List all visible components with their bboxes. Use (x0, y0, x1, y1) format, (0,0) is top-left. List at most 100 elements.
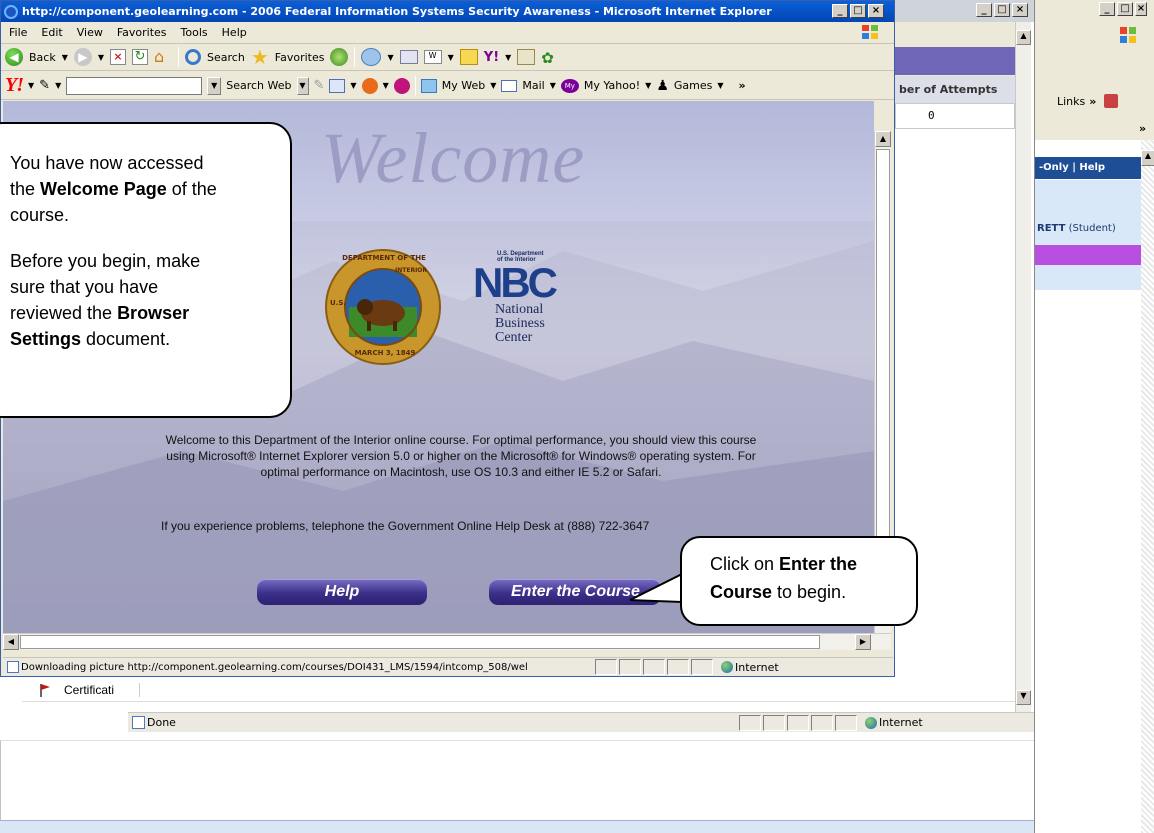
mail-dropdown-icon[interactable]: ▼ (550, 81, 556, 90)
bookmarks-icon[interactable] (329, 78, 346, 93)
close-icon[interactable]: × (1135, 2, 1147, 16)
minimize-icon[interactable]: _ (1099, 2, 1115, 16)
search-icon[interactable] (185, 49, 202, 65)
my-web-button[interactable]: My Web (442, 79, 485, 92)
bookmarks-dropdown-icon[interactable]: ▼ (350, 81, 356, 90)
restore-icon[interactable]: □ (850, 4, 866, 18)
callout-line-4: Before you begin, make (10, 251, 201, 271)
nav-links[interactable]: -Only | Help (1039, 162, 1105, 173)
mail-icon[interactable] (501, 79, 518, 92)
row-item[interactable]: Certificati (64, 682, 140, 697)
y-dropdown-icon[interactable]: ▼ (505, 53, 511, 62)
menu-file[interactable]: File (9, 26, 27, 39)
menu-bar: File Edit View Favorites Tools Help (1, 22, 894, 44)
help-button[interactable]: Help (257, 579, 427, 605)
menu-favorites[interactable]: Favorites (117, 26, 167, 39)
mail-icon[interactable] (399, 50, 418, 64)
refresh-icon[interactable]: ↻ (132, 49, 149, 65)
scroll-down-arrow[interactable]: ▼ (1016, 690, 1031, 705)
scroll-up-arrow[interactable]: ▲ (1016, 30, 1031, 45)
stop-icon[interactable]: × (110, 49, 127, 65)
scroll-left-arrow[interactable]: ◀ (3, 634, 19, 650)
restore-icon[interactable]: □ (994, 3, 1010, 17)
print-dropdown-icon[interactable]: ▼ (448, 53, 454, 62)
scroll-up-arrow[interactable]: ▲ (1141, 150, 1154, 166)
yahoo-search-input[interactable] (66, 76, 203, 95)
forward-dropdown-icon[interactable]: ▼ (98, 53, 104, 62)
callout-enter: Click on Enter the Course to begin. (680, 536, 918, 626)
media-icon[interactable] (330, 48, 349, 66)
zone-label: Internet (735, 660, 779, 674)
history-dropdown-icon[interactable]: ▼ (387, 53, 393, 62)
games-icon[interactable]: ♟ (656, 78, 669, 94)
callout-bold: Course (710, 582, 773, 602)
doi-seal: DEPARTMENT OF THE INTERIOR U.S. MARCH 3,… (325, 249, 441, 365)
links-label[interactable]: Links (1057, 95, 1085, 108)
yahoo-dropdown-icon[interactable]: ▼ (28, 81, 34, 90)
favorites-star-icon[interactable]: ★ (251, 47, 269, 67)
close-icon[interactable]: × (868, 4, 884, 18)
games-dropdown-icon[interactable]: ▼ (717, 81, 723, 90)
close-icon[interactable]: × (1012, 3, 1028, 17)
user-label: RETT (Student) (1037, 223, 1116, 234)
radio-icon[interactable] (393, 77, 410, 94)
seal-top-text: DEPARTMENT OF THE (342, 254, 426, 262)
antispy-icon[interactable] (361, 77, 378, 94)
hscroll-thumb[interactable] (20, 635, 820, 649)
content-hscroll[interactable]: ◀ ▶ (3, 633, 891, 650)
scroll-up-arrow[interactable]: ▲ (875, 131, 891, 147)
callout-welcome: You have now accessed the Welcome Page o… (0, 122, 292, 418)
menu-view[interactable]: View (77, 26, 103, 39)
menu-help[interactable]: Help (222, 26, 247, 39)
edit-icon[interactable] (459, 49, 478, 65)
search-button[interactable]: Search (207, 51, 245, 64)
translate-icon[interactable] (1104, 94, 1119, 108)
toolbar-separator (414, 75, 416, 96)
games-button[interactable]: Games (674, 79, 712, 92)
back-dropdown-icon[interactable]: ▼ (62, 53, 68, 62)
my-yahoo-button[interactable]: My Yahoo! (584, 79, 640, 92)
research-icon[interactable] (517, 49, 536, 65)
scroll-right-arrow[interactable]: ▶ (855, 634, 871, 650)
pencil-dropdown-icon[interactable]: ▼ (55, 81, 61, 90)
back-scrollbar[interactable]: ▲ (1141, 140, 1154, 833)
intro-line-3: optimal performance on Macintosh, use OS… (260, 465, 662, 479)
yahoo-more[interactable]: » (739, 79, 746, 92)
yahoo-logo[interactable]: Y! (5, 74, 24, 97)
status-cell (595, 659, 617, 675)
callout-bold: Settings (10, 329, 82, 349)
history-icon[interactable] (361, 48, 382, 66)
myweb-icon[interactable] (420, 78, 437, 93)
back-arrow-icon[interactable]: ◀ (5, 48, 23, 66)
favorites-button[interactable]: Favorites (275, 51, 325, 64)
my-yahoo-dropdown-icon[interactable]: ▼ (645, 81, 651, 90)
toolbar-more[interactable]: » (1139, 122, 1146, 135)
links-bar[interactable]: Links » (1057, 90, 1154, 112)
my-yahoo-icon[interactable]: My (560, 78, 579, 93)
antispy-dropdown-icon[interactable]: ▼ (383, 81, 389, 90)
middle-scrollbar[interactable]: ▲ ▼ (1015, 22, 1031, 712)
callout-line-7: Settings document. (10, 326, 290, 352)
middle-row: Certificati (22, 678, 1015, 702)
highlight-icon[interactable]: ✎ (314, 78, 325, 93)
front-window-controls: _ □ × (832, 4, 884, 18)
pencil-icon[interactable]: ✎ (39, 78, 50, 93)
minimize-icon[interactable]: _ (832, 4, 848, 18)
search-web-dropdown[interactable]: ▼ (296, 76, 309, 95)
home-icon[interactable]: ⌂ (154, 49, 172, 65)
print-icon[interactable]: W (423, 50, 442, 64)
back-button[interactable]: Back (29, 51, 56, 64)
forward-arrow-icon[interactable]: ▶ (73, 48, 92, 66)
yahoo-y-icon[interactable]: Y! (484, 50, 499, 65)
menu-tools[interactable]: Tools (181, 26, 208, 39)
restore-icon[interactable]: □ (1117, 2, 1133, 16)
search-web-button[interactable]: Search Web (226, 79, 291, 92)
search-input-dropdown[interactable]: ▼ (207, 76, 222, 95)
mail-button[interactable]: Mail (522, 79, 544, 92)
menu-edit[interactable]: Edit (41, 26, 62, 39)
messenger-icon[interactable]: ✿ (541, 49, 561, 67)
minimize-icon[interactable]: _ (976, 3, 992, 17)
myweb-dropdown-icon[interactable]: ▼ (490, 81, 496, 90)
links-more[interactable]: » (1089, 95, 1096, 108)
nbc-mark: NBC (473, 259, 558, 306)
